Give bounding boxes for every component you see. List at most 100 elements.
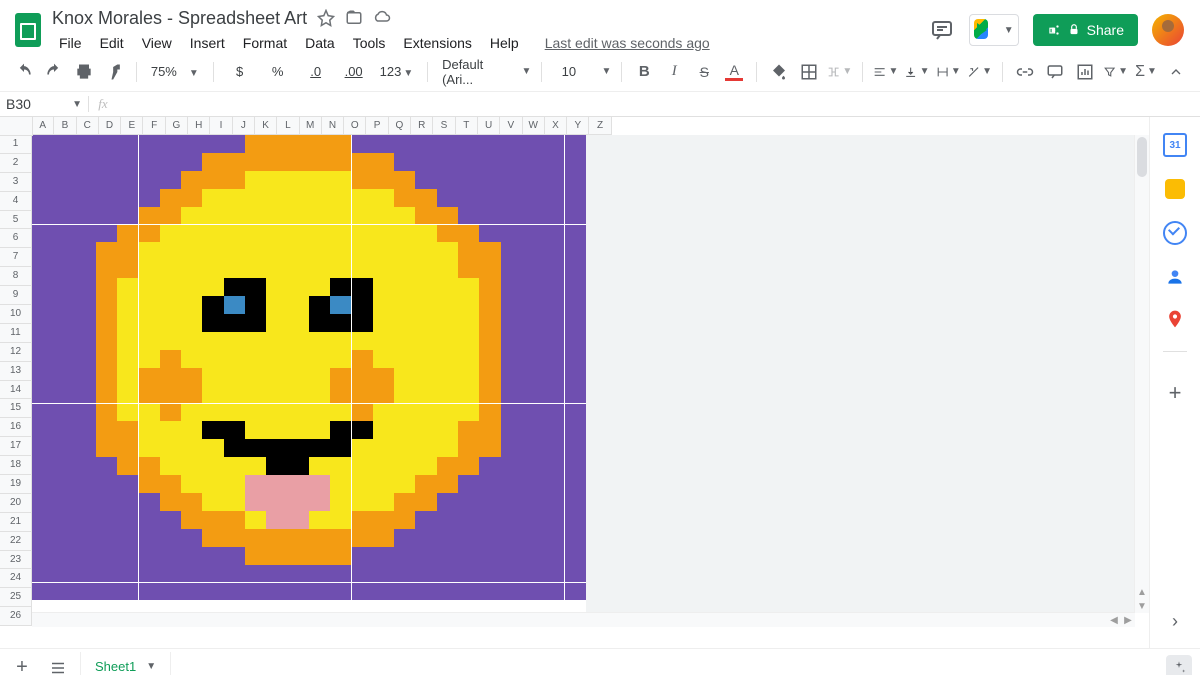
- cell[interactable]: [437, 296, 458, 314]
- cell[interactable]: [288, 368, 309, 386]
- cell[interactable]: [245, 296, 266, 314]
- cell[interactable]: [330, 404, 351, 422]
- cell[interactable]: [458, 242, 479, 260]
- valign-icon[interactable]: ▼: [904, 59, 929, 85]
- cell[interactable]: [373, 260, 394, 278]
- cell[interactable]: [181, 153, 202, 171]
- cell[interactable]: [139, 350, 160, 368]
- cell[interactable]: [522, 404, 543, 422]
- cell[interactable]: [352, 296, 373, 314]
- cell[interactable]: [288, 386, 309, 404]
- cell[interactable]: [330, 207, 351, 225]
- cell[interactable]: [415, 475, 436, 493]
- cell[interactable]: [437, 153, 458, 171]
- cell[interactable]: [458, 404, 479, 422]
- cell[interactable]: [117, 439, 138, 457]
- cell[interactable]: [245, 583, 266, 601]
- fill-color-icon[interactable]: [767, 59, 791, 85]
- cell[interactable]: [479, 583, 500, 601]
- cell[interactable]: [330, 296, 351, 314]
- cell[interactable]: [437, 386, 458, 404]
- cell[interactable]: [309, 260, 330, 278]
- cell[interactable]: [117, 207, 138, 225]
- cell[interactable]: [501, 189, 522, 207]
- cell[interactable]: [565, 207, 586, 225]
- cell[interactable]: [160, 332, 181, 350]
- cell[interactable]: [53, 171, 74, 189]
- comment-icon[interactable]: [1043, 59, 1067, 85]
- account-avatar[interactable]: [1152, 14, 1184, 46]
- cell[interactable]: [565, 260, 586, 278]
- cell[interactable]: [160, 171, 181, 189]
- cell[interactable]: [139, 421, 160, 439]
- row-header[interactable]: 7: [0, 248, 32, 267]
- cell[interactable]: [309, 242, 330, 260]
- cell[interactable]: [266, 511, 287, 529]
- cell[interactable]: [202, 368, 223, 386]
- cell[interactable]: [288, 583, 309, 601]
- cell[interactable]: [160, 439, 181, 457]
- cell[interactable]: [32, 529, 53, 547]
- cell[interactable]: [160, 386, 181, 404]
- cell[interactable]: [181, 404, 202, 422]
- cell[interactable]: [522, 386, 543, 404]
- cell[interactable]: [181, 386, 202, 404]
- cell[interactable]: [330, 493, 351, 511]
- cell[interactable]: [160, 207, 181, 225]
- cell[interactable]: [181, 547, 202, 565]
- row-header[interactable]: 10: [0, 305, 32, 324]
- merge-icon[interactable]: ▼: [827, 59, 852, 85]
- cell[interactable]: [543, 350, 564, 368]
- cell[interactable]: [53, 207, 74, 225]
- cell[interactable]: [139, 207, 160, 225]
- cell[interactable]: [266, 583, 287, 601]
- cell[interactable]: [245, 350, 266, 368]
- cell[interactable]: [394, 457, 415, 475]
- cell[interactable]: [117, 171, 138, 189]
- cell[interactable]: [160, 404, 181, 422]
- cell[interactable]: [543, 547, 564, 565]
- cell[interactable]: [373, 368, 394, 386]
- menu-data[interactable]: Data: [298, 33, 342, 53]
- cell[interactable]: [224, 278, 245, 296]
- sheets-logo[interactable]: [8, 10, 48, 50]
- cell[interactable]: [266, 386, 287, 404]
- cell[interactable]: [117, 225, 138, 243]
- cell[interactable]: [501, 583, 522, 601]
- cell[interactable]: [96, 314, 117, 332]
- cell[interactable]: [53, 475, 74, 493]
- cell[interactable]: [96, 225, 117, 243]
- cell[interactable]: [160, 457, 181, 475]
- cell[interactable]: [373, 404, 394, 422]
- cell[interactable]: [224, 529, 245, 547]
- menu-view[interactable]: View: [135, 33, 179, 53]
- cell[interactable]: [565, 565, 586, 583]
- format-percent[interactable]: %: [262, 59, 294, 85]
- cell[interactable]: [479, 439, 500, 457]
- cell[interactable]: [352, 529, 373, 547]
- col-header[interactable]: E: [121, 117, 143, 135]
- row-header[interactable]: 26: [0, 607, 32, 626]
- cell[interactable]: [373, 457, 394, 475]
- cell[interactable]: [458, 529, 479, 547]
- cell[interactable]: [330, 350, 351, 368]
- cell[interactable]: [96, 386, 117, 404]
- cell[interactable]: [32, 278, 53, 296]
- cell[interactable]: [288, 171, 309, 189]
- cell[interactable]: [32, 314, 53, 332]
- cell[interactable]: [479, 242, 500, 260]
- cell[interactable]: [75, 260, 96, 278]
- cell[interactable]: [330, 189, 351, 207]
- cell[interactable]: [522, 439, 543, 457]
- cell[interactable]: [458, 547, 479, 565]
- cell[interactable]: [415, 421, 436, 439]
- cell[interactable]: [245, 547, 266, 565]
- cell[interactable]: [330, 332, 351, 350]
- cell[interactable]: [501, 547, 522, 565]
- cell[interactable]: [96, 439, 117, 457]
- cell[interactable]: [373, 475, 394, 493]
- cell[interactable]: [224, 547, 245, 565]
- row-header[interactable]: 4: [0, 192, 32, 211]
- cell[interactable]: [330, 565, 351, 583]
- cell[interactable]: [202, 278, 223, 296]
